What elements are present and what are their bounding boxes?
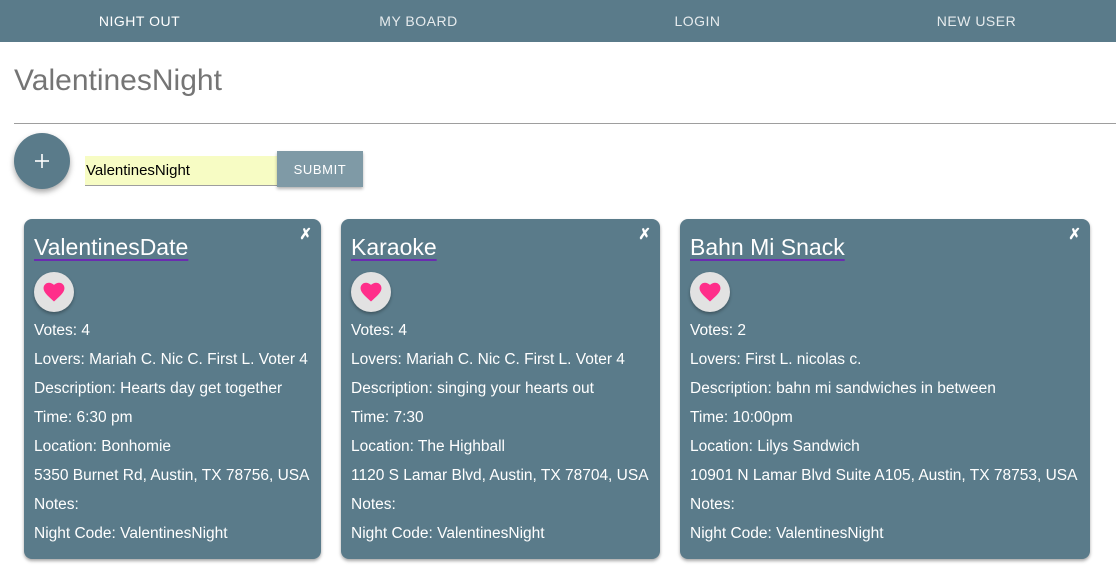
description-text: Description: singing your hearts out	[351, 380, 594, 397]
heart-icon	[360, 282, 382, 302]
night-code-text: Night Code: ValentinesNight	[34, 525, 228, 542]
heart-icon	[699, 282, 721, 302]
nav-login[interactable]: LOGIN	[558, 0, 837, 42]
night-code-input[interactable]	[85, 156, 277, 186]
notes-text: Notes:	[690, 496, 735, 513]
close-icon[interactable]: ✗	[638, 225, 651, 243]
plus-icon	[35, 154, 49, 168]
add-event-button[interactable]	[14, 133, 70, 189]
like-button[interactable]	[34, 272, 74, 312]
description-text: Description: bahn mi sandwiches in betwe…	[690, 380, 996, 397]
votes-text: Votes: 2	[690, 322, 747, 339]
like-button[interactable]	[690, 272, 730, 312]
notes-text: Notes:	[351, 496, 396, 513]
event-card: ✗ Bahn Mi Snack Votes: 2 Lovers: First L…	[680, 219, 1090, 559]
top-navbar: NIGHT OUT MY BOARD LOGIN NEW USER	[0, 0, 1116, 42]
address-text: 5350 Burnet Rd, Austin, TX 78756, USA	[34, 467, 310, 484]
lovers-text: Lovers: First L. nicolas c.	[690, 351, 862, 368]
nav-night-out[interactable]: NIGHT OUT	[0, 0, 279, 42]
heart-icon	[43, 282, 65, 302]
event-card: ✗ ValentinesDate Votes: 4 Lovers: Mariah…	[24, 219, 321, 559]
time-text: Time: 7:30	[351, 409, 424, 426]
like-button[interactable]	[351, 272, 391, 312]
event-title-link[interactable]: Bahn Mi Snack	[690, 234, 845, 261]
night-code-text: Night Code: ValentinesNight	[351, 525, 545, 542]
time-text: Time: 6:30 pm	[34, 409, 133, 426]
page-title: ValentinesNight	[14, 64, 222, 97]
notes-text: Notes:	[34, 496, 79, 513]
votes-text: Votes: 4	[34, 322, 91, 339]
title-divider	[14, 123, 1116, 124]
location-text: Location: Bonhomie	[34, 438, 172, 455]
lovers-text: Lovers: Mariah C. Nic C. First L. Voter …	[34, 351, 308, 368]
address-text: 1120 S Lamar Blvd, Austin, TX 78704, USA	[351, 467, 649, 484]
nav-my-board[interactable]: MY BOARD	[279, 0, 558, 42]
submit-button[interactable]: SUBMIT	[277, 151, 363, 187]
location-text: Location: Lilys Sandwich	[690, 438, 860, 455]
time-text: Time: 10:00pm	[690, 409, 793, 426]
lovers-text: Lovers: Mariah C. Nic C. First L. Voter …	[351, 351, 625, 368]
votes-text: Votes: 4	[351, 322, 408, 339]
close-icon[interactable]: ✗	[299, 225, 312, 243]
description-text: Description: Hearts day get together	[34, 380, 283, 397]
nav-new-user[interactable]: NEW USER	[837, 0, 1116, 42]
event-title-link[interactable]: ValentinesDate	[34, 234, 188, 261]
event-card: ✗ Karaoke Votes: 4 Lovers: Mariah C. Nic…	[341, 219, 660, 559]
close-icon[interactable]: ✗	[1068, 225, 1081, 243]
event-title-link[interactable]: Karaoke	[351, 234, 437, 261]
location-text: Location: The Highball	[351, 438, 505, 455]
night-code-text: Night Code: ValentinesNight	[690, 525, 884, 542]
address-text: 10901 N Lamar Blvd Suite A105, Austin, T…	[690, 467, 1078, 484]
